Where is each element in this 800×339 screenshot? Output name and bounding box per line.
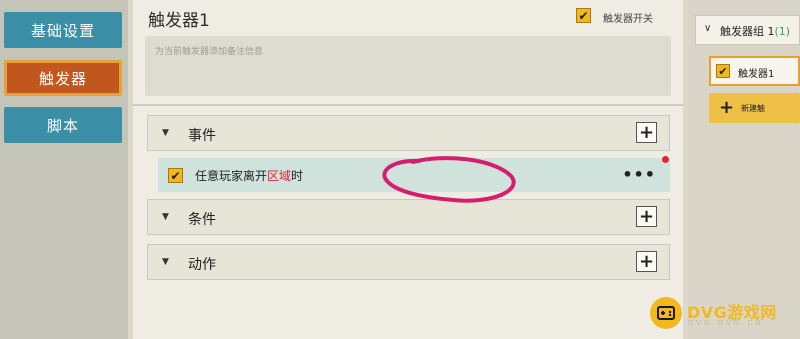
checkmark-icon: ✔ <box>578 8 589 23</box>
gamepad-logo-icon <box>650 297 682 329</box>
caret-down-icon: ▼ <box>162 257 169 267</box>
trigger-list-item[interactable]: ✔ 触发器1 <box>709 56 800 86</box>
trigger-item-checkbox[interactable]: ✔ <box>716 64 730 78</box>
trigger-item-label: 触发器1 <box>738 69 775 80</box>
checkmark-icon: ✔ <box>170 168 181 183</box>
trigger-title[interactable]: 触发器1 <box>148 6 210 31</box>
event-text-highlight: 区域 <box>267 169 292 183</box>
trigger-editor: 触发器1 ✔ 触发器开关 为当前触发器添加备注信息 ▼ 事件 + ✔ 任意玩家离… <box>133 0 683 339</box>
nav-basic-settings[interactable]: 基础设置 <box>4 12 122 48</box>
nav-basic-settings-label: 基础设置 <box>30 21 95 40</box>
caret-down-icon: ▼ <box>162 128 169 138</box>
notification-dot <box>662 156 669 163</box>
trigger-note-input[interactable]: 为当前触发器添加备注信息 <box>145 36 671 96</box>
event-more-button[interactable]: ••• <box>622 165 656 184</box>
trigger-group-panel: ∨ 触发器组 1(1) ✔ 触发器1 + 新建触 <box>688 0 800 339</box>
plus-icon: + <box>719 97 735 118</box>
trigger-group-header[interactable]: ∨ 触发器组 1(1) <box>695 15 800 45</box>
trigger-group-count: (1) <box>774 25 791 38</box>
nav-scripts-label: 脚本 <box>46 116 79 135</box>
new-trigger-label: 新建触 <box>741 104 765 113</box>
event-text: 任意玩家离开区域时 <box>195 167 303 184</box>
nav-triggers[interactable]: 触发器 <box>4 60 122 96</box>
section-events-label: 事件 <box>188 128 216 144</box>
watermark: DVG游戏网 DVG.DVG.CN <box>650 297 800 331</box>
section-events[interactable]: ▼ 事件 + <box>147 115 670 151</box>
plus-icon: + <box>638 121 655 143</box>
divider <box>133 104 683 106</box>
trigger-group-name: 触发器组 1 <box>720 25 775 38</box>
left-nav: 基础设置 触发器 脚本 <box>0 0 128 339</box>
caret-down-icon: ▼ <box>162 212 169 222</box>
add-action-button[interactable]: + <box>636 251 657 272</box>
add-condition-button[interactable]: + <box>636 206 657 227</box>
event-item[interactable]: ✔ 任意玩家离开区域时 ••• <box>158 156 670 192</box>
plus-icon: + <box>638 205 655 227</box>
nav-scripts[interactable]: 脚本 <box>4 107 122 143</box>
section-conditions[interactable]: ▼ 条件 + <box>147 199 670 235</box>
event-text-prefix: 任意玩家离开 <box>195 169 268 183</box>
section-conditions-label: 条件 <box>188 212 216 228</box>
event-text-suffix: 时 <box>291 169 304 183</box>
checkmark-icon: ✔ <box>718 64 728 78</box>
trigger-group-label: 触发器组 1(1) <box>720 23 790 39</box>
section-actions-label: 动作 <box>188 257 216 273</box>
chevron-down-icon: ∨ <box>704 23 712 34</box>
trigger-toggle-checkbox[interactable]: ✔ <box>576 8 591 23</box>
trigger-header: 触发器1 ✔ 触发器开关 为当前触发器添加备注信息 <box>133 0 683 104</box>
plus-icon: + <box>638 250 655 272</box>
nav-triggers-label: 触发器 <box>38 69 87 88</box>
event-checkbox[interactable]: ✔ <box>168 168 183 183</box>
section-actions[interactable]: ▼ 动作 + <box>147 244 670 280</box>
add-event-button[interactable]: + <box>636 122 657 143</box>
trigger-toggle-label: 触发器开关 <box>603 14 653 25</box>
watermark-subtext: DVG.DVG.CN <box>688 319 764 327</box>
new-trigger-button[interactable]: + 新建触 <box>709 93 800 123</box>
